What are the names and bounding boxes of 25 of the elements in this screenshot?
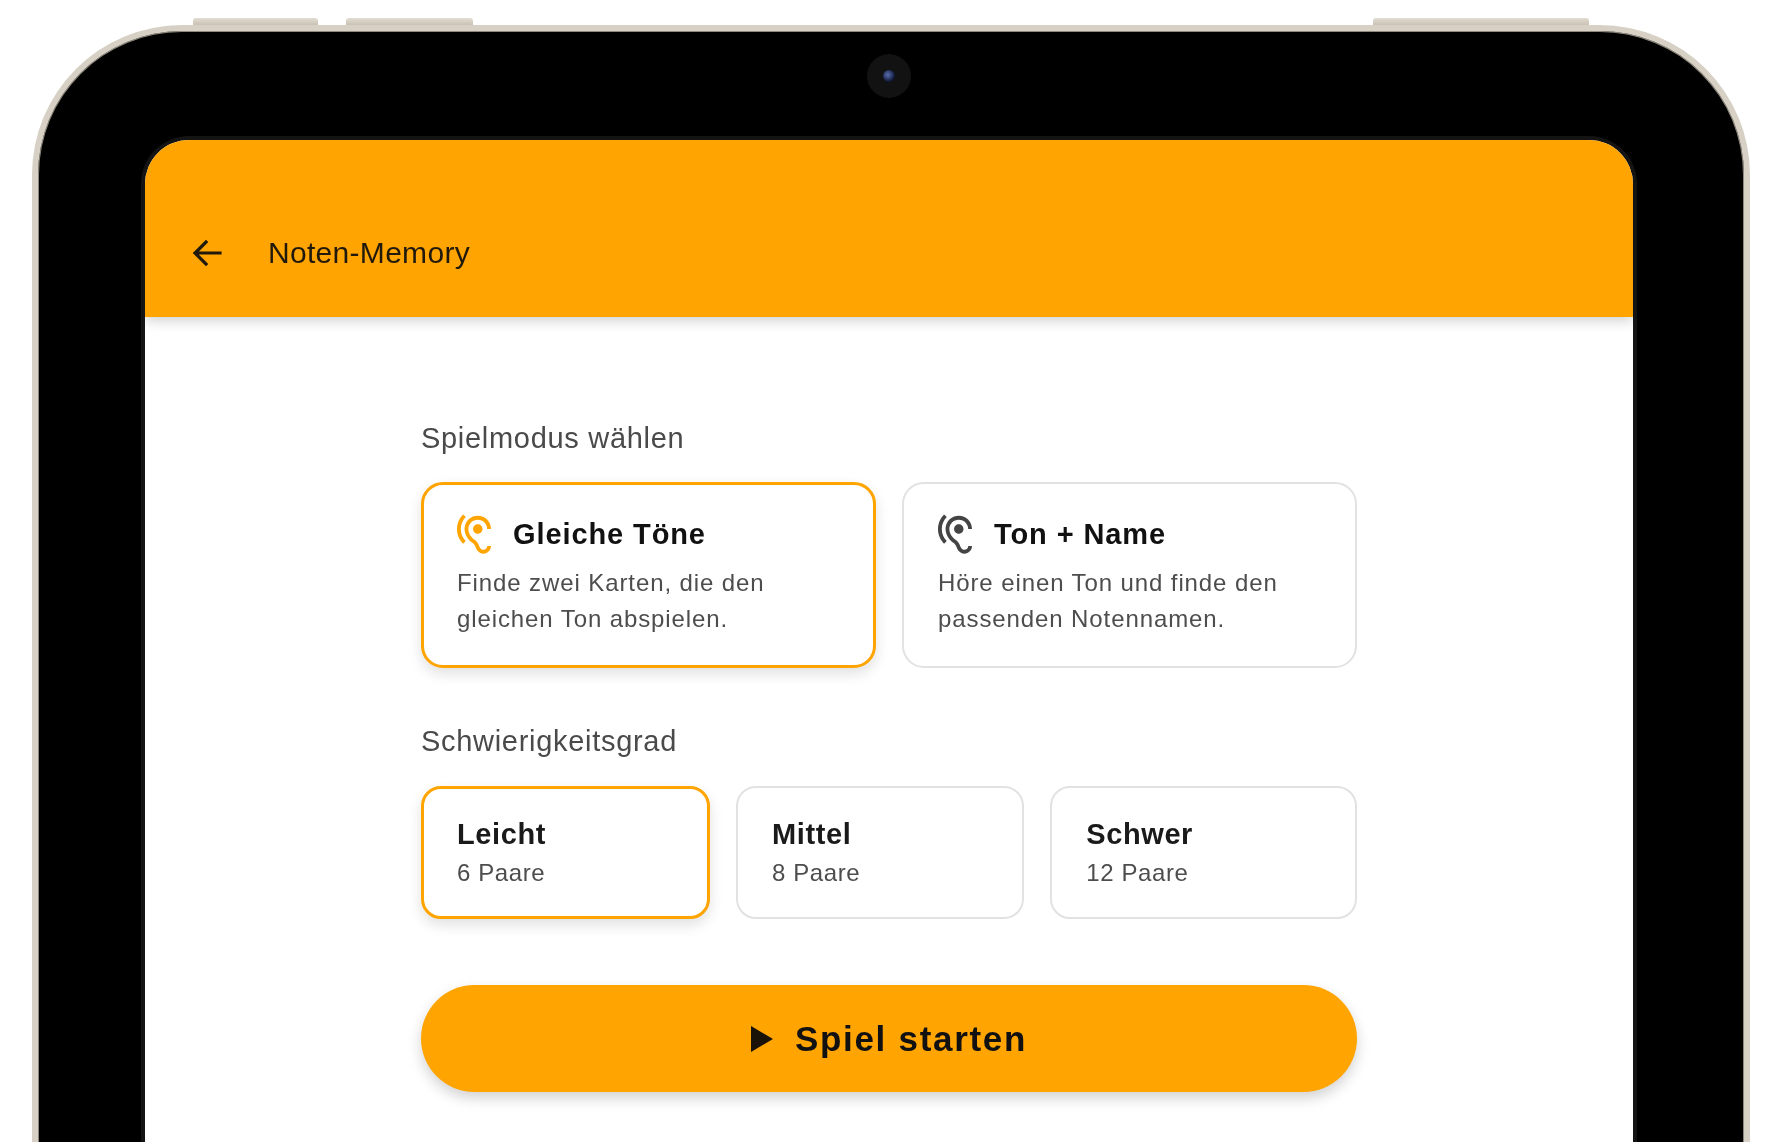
difficulty-detail: 12 Paare	[1086, 859, 1190, 887]
start-button[interactable]: Spiel starten	[421, 985, 1357, 1092]
difficulty-detail: 8 Paare	[772, 859, 862, 887]
mode-card[interactable]: Gleiche Töne Finde zwei Karten, die den gleichen Ton abspielen.	[421, 482, 876, 668]
difficulty-detail: 6 Paare	[457, 859, 547, 887]
difficulty-card[interactable]: Schwer 12 Paare	[1050, 786, 1357, 919]
difficulty-name: Mittel	[772, 818, 853, 851]
play-icon	[750, 1025, 773, 1052]
mode-title: Ton + Name	[994, 517, 1167, 551]
difficulty-name: Schwer	[1086, 818, 1194, 851]
section-heading: Schwierigkeitsgrad	[421, 724, 678, 758]
mode-card[interactable]: Ton + Name Höre einen Ton und finde den passenden Notennamen.	[902, 482, 1357, 668]
mode-title: Gleiche Töne	[513, 517, 706, 551]
front-camera	[867, 54, 911, 98]
mode-description: Höre einen Ton und finde den passenden Notennamen.	[938, 568, 1279, 634]
difficulty-card[interactable]: Leicht 6 Paare	[421, 786, 710, 919]
mode-description: Finde zwei Karten, die den gleichen Ton abspielen.	[457, 568, 766, 634]
arrow-left-icon	[192, 238, 222, 267]
difficulty-name: Leicht	[457, 818, 547, 851]
ear-icon	[457, 514, 491, 554]
app-title: Noten-Memory	[268, 235, 470, 270]
difficulty-card[interactable]: Mittel 8 Paare	[736, 786, 1025, 919]
section-heading: Spielmodus wählen	[421, 421, 686, 455]
back-button[interactable]	[192, 238, 222, 267]
ear-icon	[938, 514, 972, 554]
